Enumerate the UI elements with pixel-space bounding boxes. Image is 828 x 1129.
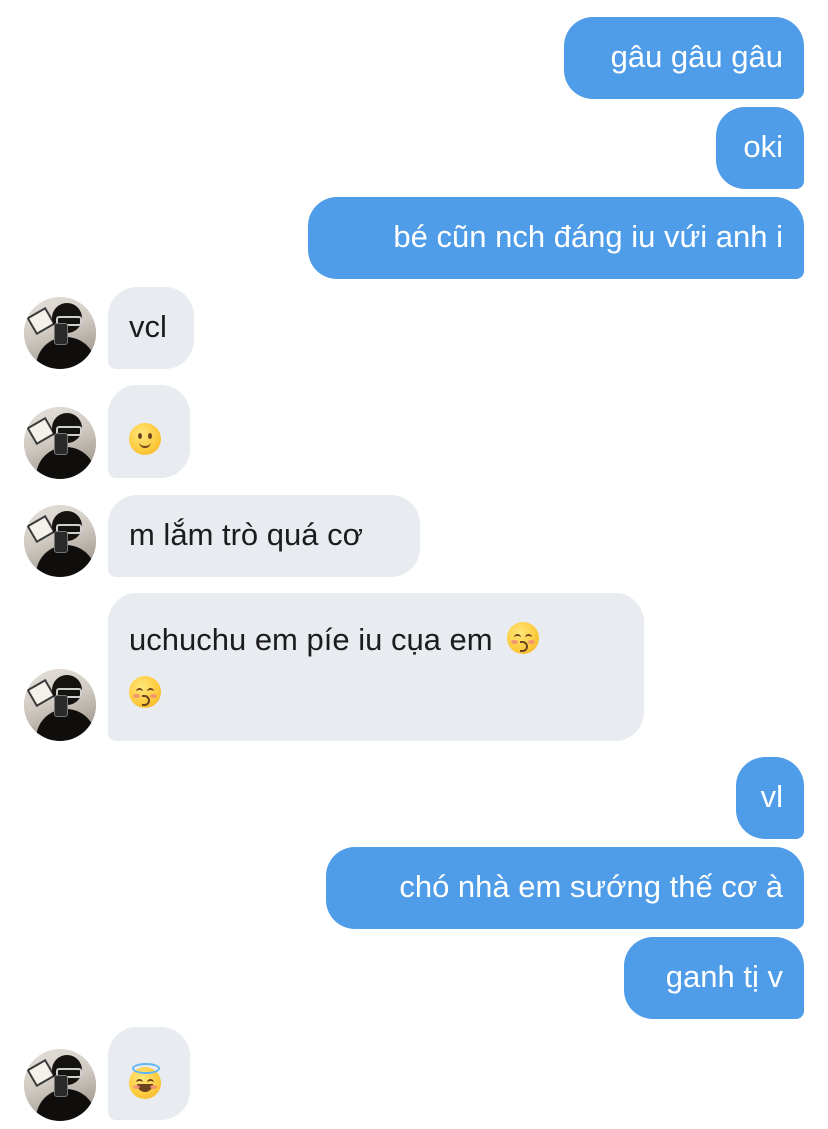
message-text: ganh tị v (665, 959, 783, 994)
kissing-face-with-closed-eyes-icon (507, 622, 540, 654)
message-bubble-incoming[interactable] (108, 1027, 190, 1120)
message-bubble-outgoing[interactable]: gâu gâu gâu (564, 17, 804, 99)
smiling-face-with-halo-icon (129, 1063, 161, 1099)
contact-avatar[interactable] (24, 407, 96, 479)
contact-avatar[interactable] (24, 1049, 96, 1121)
message-text: vcl (129, 309, 167, 344)
message-text: vl (760, 779, 783, 814)
message-text: uchuchu em píe iu cụa em (129, 622, 493, 657)
message-text: bé cũn nch đáng iu vứi anh i (393, 219, 783, 254)
slightly-smiling-face-icon (129, 423, 161, 455)
contact-avatar[interactable] (24, 297, 96, 369)
message-text: chó nhà em sướng thế cơ à (399, 869, 783, 904)
message-bubble-outgoing[interactable]: bé cũn nch đáng iu vứi anh i (308, 197, 804, 279)
contact-avatar[interactable] (24, 505, 96, 577)
message-bubble-incoming[interactable]: uchuchu em píe iu cụa em (108, 593, 644, 741)
message-text: oki (743, 129, 783, 164)
message-text: m lắm trò quá cơ (129, 517, 363, 552)
message-bubble-outgoing[interactable]: vl (736, 757, 804, 839)
kissing-face-with-closed-eyes-icon (129, 676, 161, 708)
message-bubble-incoming[interactable]: m lắm trò quá cơ (108, 495, 420, 577)
message-bubble-outgoing[interactable]: ganh tị v (624, 937, 804, 1019)
message-bubble-incoming[interactable] (108, 385, 190, 478)
contact-avatar[interactable] (24, 669, 96, 741)
message-text: gâu gâu gâu (610, 39, 783, 74)
message-bubble-outgoing[interactable]: oki (716, 107, 804, 189)
message-bubble-outgoing[interactable]: chó nhà em sướng thế cơ à (326, 847, 804, 929)
message-bubble-incoming[interactable]: vcl (108, 287, 194, 369)
